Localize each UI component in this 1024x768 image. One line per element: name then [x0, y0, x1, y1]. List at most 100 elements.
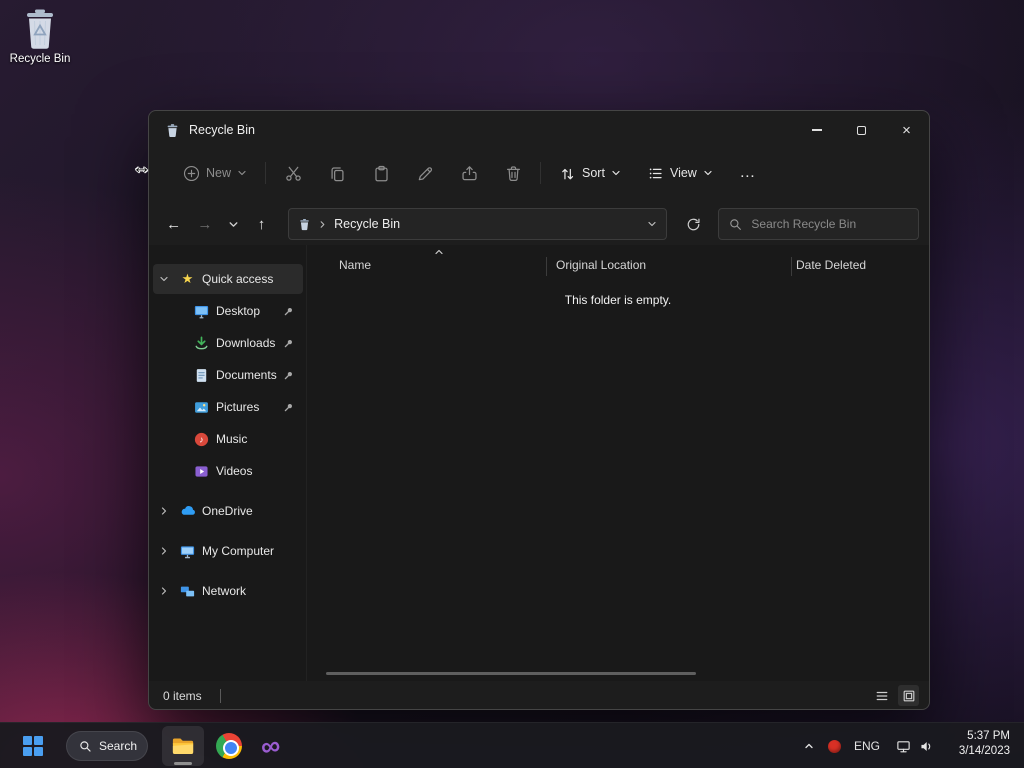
sidebar-item-label: Music: [216, 432, 248, 446]
column-divider[interactable]: [791, 257, 792, 276]
chevron-down-icon: [703, 168, 713, 178]
windows-logo-icon: [23, 736, 43, 756]
sidebar-item-downloads[interactable]: Downloads: [153, 328, 303, 358]
scissors-icon: [284, 164, 303, 183]
sidebar-item-videos[interactable]: Videos: [153, 456, 303, 486]
desktop-screen: Recycle Bin Recycle Bin × New Sort View …: [0, 0, 1024, 768]
desktop-icon-label: Recycle Bin: [9, 53, 71, 65]
taskbar-search-button[interactable]: Search: [66, 731, 148, 761]
new-button[interactable]: New: [175, 159, 255, 188]
column-header-original-location[interactable]: Original Location: [556, 258, 646, 272]
recycle-bin-desktop-icon[interactable]: Recycle Bin: [3, 8, 77, 65]
column-header-name[interactable]: Name: [339, 258, 371, 272]
sort-button[interactable]: Sort: [551, 159, 629, 188]
rename-button[interactable]: [408, 157, 442, 189]
view-button[interactable]: View: [639, 159, 721, 188]
column-header-row: Name Original Location Date Deleted: [307, 249, 929, 280]
view-button-label: View: [669, 166, 697, 180]
sidebar-item-desktop[interactable]: Desktop: [153, 296, 303, 326]
chevron-right-icon[interactable]: [153, 546, 175, 556]
plus-circle-icon: [183, 165, 200, 182]
clock[interactable]: 5:37 PM 3/14/2023: [959, 729, 1010, 759]
command-bar: New Sort View …: [149, 149, 929, 197]
view-list-icon: [647, 165, 664, 182]
search-input[interactable]: [749, 216, 900, 232]
search-box[interactable]: [718, 208, 919, 240]
close-icon: ×: [902, 121, 911, 139]
hidden-icons-button[interactable]: [798, 726, 820, 766]
chevron-down-icon[interactable]: [153, 274, 175, 284]
sidebar-item-quick-access[interactable]: ★ Quick access: [153, 264, 303, 294]
tray-red-status-button[interactable]: [823, 726, 845, 766]
file-list-pane: Name Original Location Date Deleted This…: [306, 245, 929, 681]
volume-icon: [919, 739, 934, 754]
minimize-icon: [811, 129, 822, 131]
taskbar-search-label: Search: [99, 739, 138, 753]
sidebar-item-label: My Computer: [202, 544, 275, 558]
taskbar-file-explorer-button[interactable]: [162, 726, 204, 766]
sort-button-label: Sort: [582, 166, 605, 180]
toolbar-divider: [540, 162, 542, 184]
tray-time: 5:37 PM: [967, 730, 1010, 742]
video-play-icon: [189, 463, 214, 480]
back-button[interactable]: ←: [161, 209, 186, 239]
chevron-right-icon[interactable]: [153, 586, 175, 596]
sidebar-item-music[interactable]: ♪ Music: [153, 424, 303, 454]
sidebar-item-label: OneDrive: [202, 504, 253, 518]
close-button[interactable]: ×: [884, 111, 929, 149]
language-indicator[interactable]: ENG: [850, 726, 884, 766]
forward-button[interactable]: →: [192, 209, 217, 239]
picture-icon: [189, 399, 214, 416]
up-arrow-icon: ↑: [257, 215, 266, 233]
breadcrumb[interactable]: Recycle Bin: [334, 217, 400, 231]
column-header-date-deleted[interactable]: Date Deleted: [796, 258, 866, 272]
taskbar-chrome-button[interactable]: [211, 726, 247, 766]
volume-tray-button[interactable]: [915, 726, 937, 766]
navigation-bar: ← → ↑ Recycle Bin: [149, 197, 929, 245]
up-button[interactable]: ↑: [249, 209, 274, 239]
ellipsis-icon: …: [739, 164, 757, 181]
resize-cursor: ↔: [132, 157, 151, 178]
pin-icon: [283, 402, 294, 413]
copy-button[interactable]: [320, 157, 354, 189]
title-bar[interactable]: Recycle Bin ×: [149, 111, 929, 149]
sidebar-item-documents[interactable]: Documents: [153, 360, 303, 390]
sidebar-item-label: Downloads: [216, 336, 276, 350]
start-button[interactable]: [16, 726, 50, 766]
horizontal-scrollbar[interactable]: [326, 672, 696, 675]
address-bar[interactable]: Recycle Bin: [288, 208, 668, 240]
delete-button[interactable]: [496, 157, 530, 189]
details-view-toggle[interactable]: [871, 685, 892, 706]
forward-arrow-icon: →: [197, 215, 213, 233]
sidebar-item-network[interactable]: Network: [153, 576, 303, 606]
sidebar-item-my-computer[interactable]: My Computer: [153, 536, 303, 566]
window-body: ★ Quick access Desktop Downloads Documen…: [149, 245, 929, 681]
thumbnail-view-toggle[interactable]: [898, 685, 919, 706]
network-tray-button[interactable]: [892, 726, 914, 766]
paste-icon: [372, 164, 391, 183]
cut-button[interactable]: [276, 157, 310, 189]
recent-locations-button[interactable]: [223, 209, 242, 239]
chevron-right-icon[interactable]: [153, 506, 175, 516]
copy-icon: [328, 164, 347, 183]
chevron-up-icon: [803, 740, 815, 752]
trash-icon: [504, 164, 523, 183]
taskbar: Search ∞ ENG 5:37 PM 3/14/2023: [0, 722, 1024, 768]
chevron-down-icon[interactable]: [647, 219, 657, 229]
minimize-button[interactable]: [794, 111, 839, 149]
refresh-button[interactable]: [681, 209, 706, 239]
maximize-button[interactable]: [839, 111, 884, 149]
sidebar-item-onedrive[interactable]: OneDrive: [153, 496, 303, 526]
red-status-icon: [827, 739, 841, 753]
sidebar-item-pictures[interactable]: Pictures: [153, 392, 303, 422]
pin-icon: [283, 338, 294, 349]
pin-icon: [283, 306, 294, 317]
taskbar-visual-studio-button[interactable]: ∞: [253, 726, 289, 766]
share-button[interactable]: [452, 157, 486, 189]
onedrive-cloud-icon: [175, 502, 200, 520]
column-divider[interactable]: [546, 257, 547, 276]
file-explorer-folder-icon: [170, 733, 197, 760]
more-button[interactable]: …: [731, 157, 765, 189]
paste-button[interactable]: [364, 157, 398, 189]
network-icon: [896, 739, 911, 754]
